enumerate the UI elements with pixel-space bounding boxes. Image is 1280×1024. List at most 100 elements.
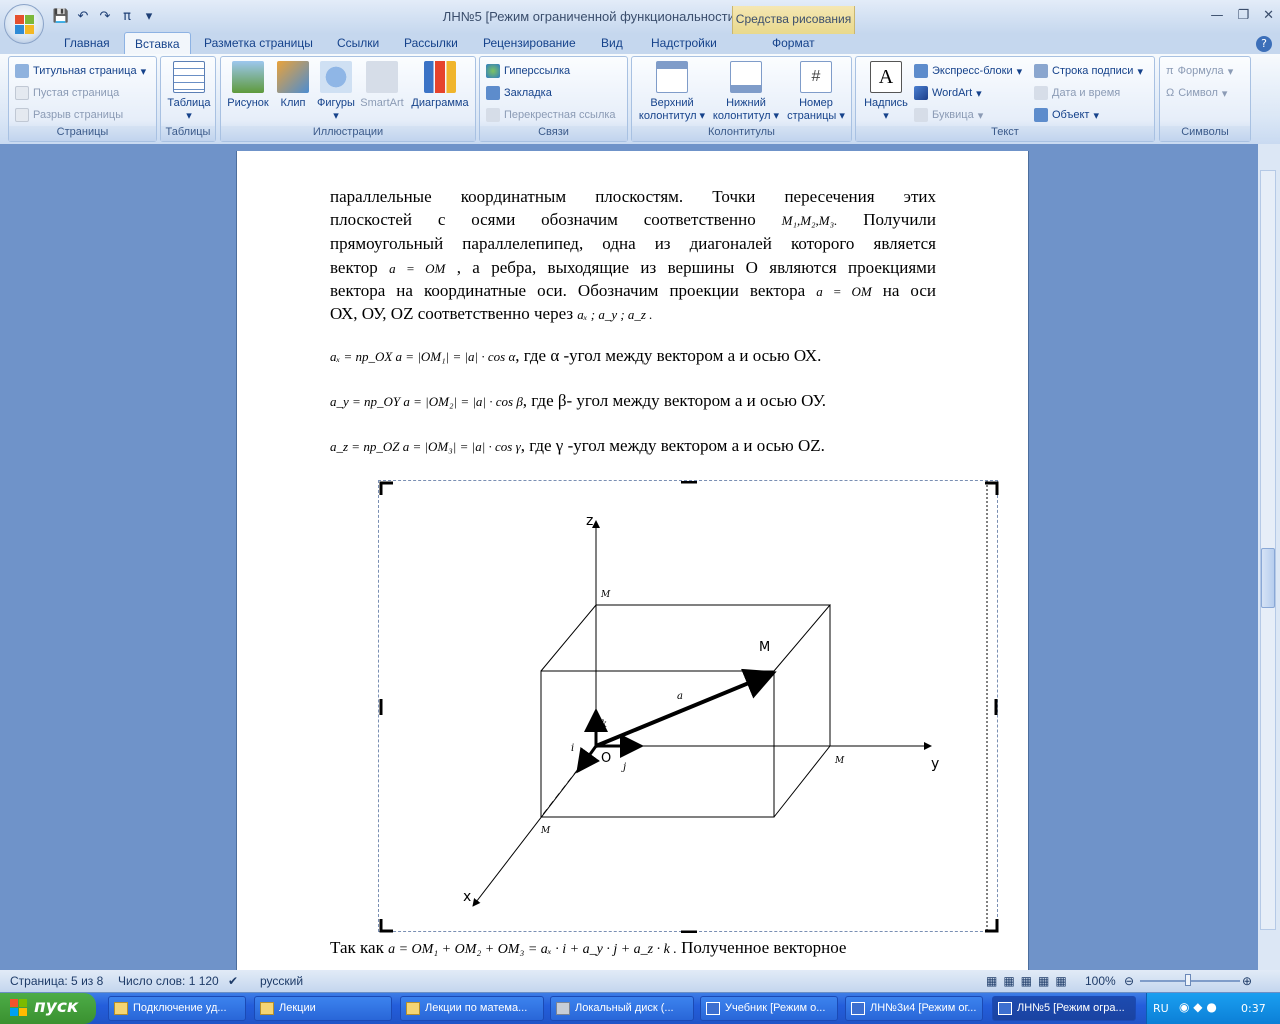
tab-references[interactable]: Ссылки (337, 36, 379, 50)
group-symbols: π Формула ▾ Ω Символ ▾ Символы (1159, 56, 1251, 142)
bookmark-button[interactable]: Закладка (486, 83, 552, 103)
page-break-icon (15, 108, 29, 122)
smartart-button[interactable]: SmartArt (359, 61, 405, 110)
blank-page-button[interactable]: Пустая страница (15, 83, 119, 103)
math-inline: a = OM (816, 284, 872, 299)
restore-icon[interactable]: ❐ (1237, 8, 1249, 23)
cross-reference-button[interactable]: Перекрестная ссылка (486, 105, 616, 125)
math-inline: M₁,M₂,M₃. (781, 213, 838, 228)
picture-button[interactable]: Рисунок (225, 61, 271, 110)
tab-view[interactable]: Вид (601, 36, 623, 50)
group-links: Гиперссылка Закладка Перекрестная ссылка… (479, 56, 628, 142)
group-text: A Надпись ▾ Экспресс-блоки ▾ WordArt ▾ Бук… (855, 56, 1155, 142)
folder-icon (260, 1002, 274, 1015)
group-label: Страницы (9, 126, 156, 141)
chart-button[interactable]: Диаграмма (407, 61, 473, 110)
tab-format[interactable]: Формат (772, 36, 815, 50)
group-tables: Таблица ▾ Таблицы (160, 56, 216, 142)
clipart-button[interactable]: Клип (273, 61, 313, 110)
group-label: Связи (480, 126, 627, 141)
group-label: Текст (856, 126, 1154, 141)
quick-access-toolbar: 💾 ↶ ↷ π ▾ (52, 6, 158, 26)
cross-reference-icon (486, 108, 500, 122)
point-label-m1: M (540, 826, 551, 836)
title-bar: ЛН№5 [Режим ограниченной функциональност… (0, 0, 1280, 34)
paragraph-line: ОХ, ОУ, OZ соответственно через aₓ ; a_y… (330, 304, 653, 323)
hyperlink-icon (486, 64, 500, 78)
clock: 0:37 (1241, 1002, 1266, 1015)
header-icon (656, 61, 688, 93)
symbol-button[interactable]: Ω Символ ▾ (1166, 83, 1227, 103)
taskbar-item[interactable]: Подключение уд... (108, 996, 246, 1021)
textbox-button[interactable]: A Надпись ▾ (860, 61, 912, 123)
tab-home[interactable]: Главная (64, 36, 110, 50)
vector-label-j: j (621, 762, 626, 773)
tray-icons[interactable]: ◉ ◆ ● (1179, 1000, 1217, 1014)
view-buttons[interactable]: ▦▦▦▦▦ (986, 974, 1073, 988)
zoom-slider-thumb[interactable] (1185, 974, 1191, 986)
hyperlink-button[interactable]: Гиперссылка (486, 61, 570, 81)
tab-review[interactable]: Рецензирование (483, 36, 576, 50)
window-title: ЛН№5 [Режим ограниченной функциональност… (442, 9, 838, 24)
taskbar-item[interactable]: Лекции (254, 996, 392, 1021)
signature-line-button[interactable]: Строка подписи ▾ (1034, 61, 1143, 81)
taskbar-item[interactable]: Лекции по матема... (400, 996, 544, 1021)
save-icon[interactable]: 💾 (52, 7, 70, 25)
scrollbar-thumb[interactable] (1261, 548, 1275, 608)
cover-page-button[interactable]: Титульная страница ▾ (15, 61, 146, 81)
spelling-icon[interactable]: ✔ (228, 974, 238, 988)
language[interactable]: русский (260, 974, 303, 988)
minimize-icon[interactable]: — (1210, 8, 1223, 23)
math-inline: aₓ ; a_y ; a_z . (577, 307, 653, 322)
taskbar-item[interactable]: ЛН№3и4 [Режим ог... (845, 996, 983, 1021)
dropcap-button[interactable]: Буквица ▾ (914, 105, 983, 125)
equation-button[interactable]: π Формула ▾ (1166, 61, 1233, 81)
tab-insert[interactable]: Вставка (124, 32, 191, 54)
axis-label-y: y (931, 756, 939, 772)
tab-addins[interactable]: Надстройки (651, 36, 717, 50)
drawing-tools-context-tab[interactable]: Средства рисования (732, 6, 855, 34)
math-inline: a = OM (389, 261, 446, 276)
taskbar-item[interactable]: Локальный диск (... (550, 996, 694, 1021)
page-break-button[interactable]: Разрыв страницы (15, 105, 123, 125)
point-label-m: M (759, 640, 770, 655)
close-icon[interactable]: ✕ (1263, 8, 1274, 23)
window-controls: — ❐ ✕ (1210, 8, 1274, 23)
group-pages: Титульная страница ▾ Пустая страница Раз… (8, 56, 157, 142)
box-front-face (540, 670, 775, 818)
zoom-in-icon[interactable]: ⊕ (1242, 974, 1252, 988)
box-right-face (773, 605, 831, 818)
start-button[interactable]: пуск (0, 993, 96, 1024)
smartart-icon (366, 61, 398, 93)
word-count[interactable]: Число слов: 1 120 (118, 974, 219, 988)
object-button[interactable]: Объект ▾ (1034, 105, 1099, 125)
bookmark-icon (486, 86, 500, 100)
customize-qat-icon[interactable]: ▾ (140, 7, 158, 25)
zoom-out-icon[interactable]: ⊖ (1124, 974, 1134, 988)
quick-parts-button[interactable]: Экспресс-блоки ▾ (914, 61, 1022, 81)
pi-icon[interactable]: π (118, 7, 136, 25)
language-indicator[interactable]: RU (1153, 1002, 1169, 1015)
taskbar-item[interactable]: Учебник [Режим о... (700, 996, 838, 1021)
undo-icon[interactable]: ↶ (74, 7, 92, 25)
redo-icon[interactable]: ↷ (96, 7, 114, 25)
vector-label-a: a (677, 691, 683, 702)
date-time-button[interactable]: Дата и время (1034, 83, 1120, 103)
drawing-canvas[interactable]: z y x O M M M M a k j i (378, 480, 999, 933)
table-button[interactable]: Таблица ▾ (165, 61, 213, 123)
tab-page-layout[interactable]: Разметка страницы (204, 36, 313, 50)
header-button[interactable]: Верхний колонтитул ▾ (638, 61, 706, 123)
help-icon[interactable]: ? (1256, 36, 1272, 52)
page-number-button[interactable]: # Номер страницы ▾ (784, 61, 848, 123)
page-count[interactable]: Страница: 5 из 8 (10, 974, 103, 988)
office-button[interactable] (4, 4, 44, 44)
zoom-level[interactable]: 100% (1085, 974, 1116, 988)
shapes-button[interactable]: Фигуры ▾ (315, 61, 357, 123)
taskbar-item-active[interactable]: ЛН№5 [Режим огра... (992, 996, 1136, 1021)
footer-icon (730, 61, 762, 93)
wordart-button[interactable]: WordArt ▾ (914, 83, 982, 103)
formula-math: a_y = пр_OY a = |OM₂| = |a| · cos β (330, 394, 523, 409)
footer-button[interactable]: Нижний колонтитул ▾ (710, 61, 782, 123)
tab-mailings[interactable]: Рассылки (404, 36, 458, 50)
cover-page-icon (15, 64, 29, 78)
